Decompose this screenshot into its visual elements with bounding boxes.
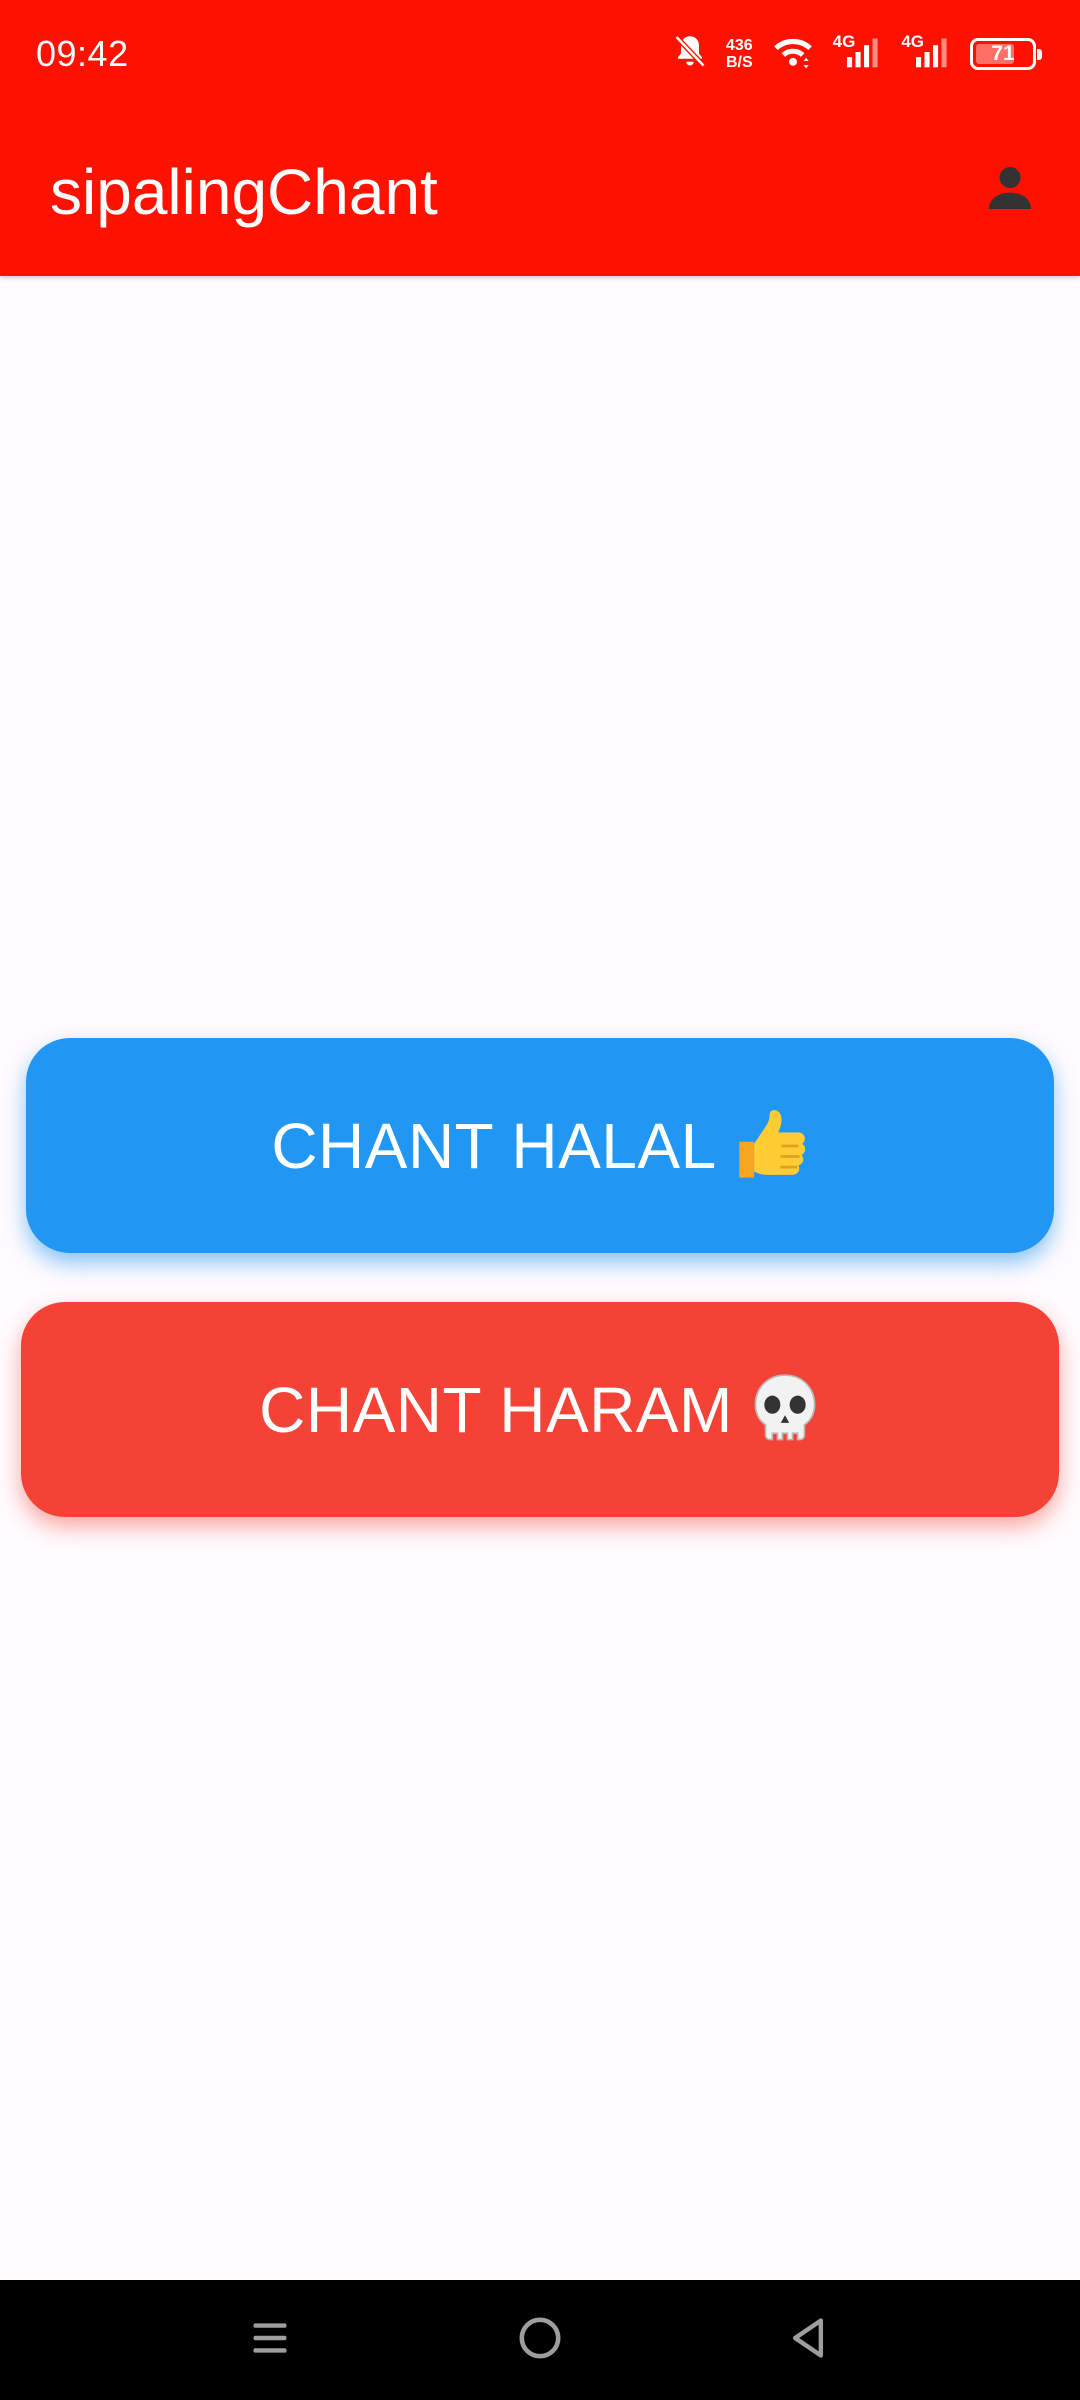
app-bar: sipalingChant — [0, 110, 1080, 276]
bell-off-icon — [672, 32, 708, 77]
chant-haram-label: CHANT HARAM — [259, 1373, 733, 1446]
network-speed: 436 B/S — [726, 37, 753, 71]
sim1-signal: 4G — [832, 32, 884, 74]
menu-icon — [248, 2316, 292, 2365]
home-icon — [517, 2315, 563, 2366]
chant-halal-label: CHANT HALAL — [271, 1109, 717, 1182]
battery-icon: 71 — [970, 38, 1042, 70]
network-speed-value: 436 — [725, 37, 753, 54]
back-icon — [786, 2315, 830, 2366]
status-bar: 09:42 436 B/S 4G 4G 71 — [0, 0, 1080, 110]
person-icon — [982, 160, 1038, 221]
sim2-signal: 4G — [901, 32, 952, 74]
chant-haram-button[interactable]: CHANT HARAM — [21, 1302, 1059, 1517]
battery-level: 71 — [991, 42, 1015, 65]
chant-halal-button[interactable]: CHANT HALAL — [26, 1038, 1054, 1253]
battery-tip — [1037, 49, 1042, 60]
recent-apps-button[interactable] — [240, 2310, 300, 2370]
account-button[interactable] — [970, 150, 1050, 230]
sim2-network-type: 4G — [901, 32, 924, 51]
sim1-network-type: 4G — [832, 32, 856, 51]
thumbs-up-icon — [733, 1108, 809, 1184]
app-screen: 09:42 436 B/S 4G 4G 71 sipalingChant CHA… — [0, 0, 1080, 2400]
app-title: sipalingChant — [50, 156, 438, 228]
skull-icon — [749, 1372, 821, 1448]
wifi-icon — [771, 34, 815, 75]
back-button[interactable] — [778, 2310, 838, 2370]
status-time: 09:42 — [36, 33, 129, 74]
status-icons: 436 B/S 4G 4G 71 — [654, 28, 1042, 80]
network-speed-unit: B/S — [725, 54, 753, 71]
navigation-bar — [0, 2280, 1080, 2400]
home-button[interactable] — [510, 2310, 570, 2370]
